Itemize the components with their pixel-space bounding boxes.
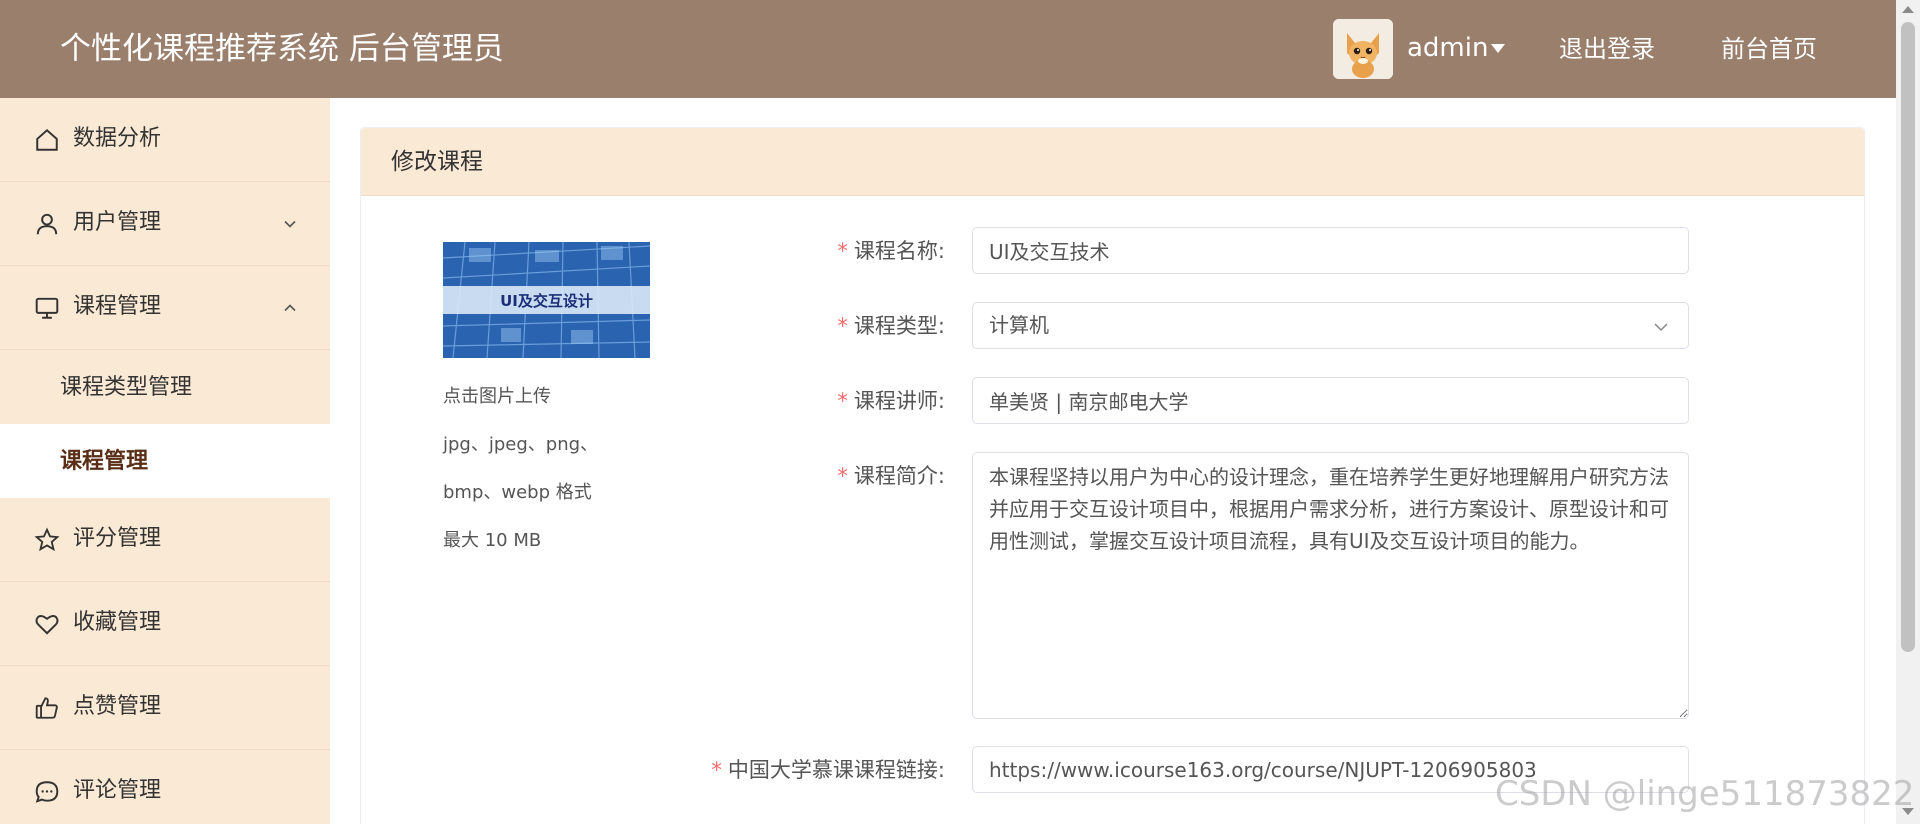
monitor-icon — [35, 297, 59, 319]
upload-max-size: 最大 10 MB — [443, 530, 542, 551]
cover-caption: UI及交互设计 — [500, 292, 593, 310]
course-cover-image[interactable]: UI及交互设计 — [443, 242, 650, 358]
sidebar-subitem-course-type-management[interactable]: 课程类型管理 — [0, 350, 330, 424]
username[interactable]: admin — [1407, 30, 1488, 66]
course-name-label-text: 课程名称: — [853, 239, 945, 263]
course-name-label: * 课程名称: — [830, 236, 945, 266]
chevron-down-icon — [284, 220, 296, 228]
course-intro-textarea[interactable]: 本课程坚持以用户为中心的设计理念，重在培养学生更好地理解用户研究方法并应用于交互… — [972, 452, 1689, 719]
star-icon — [34, 527, 60, 552]
required-mark: * — [837, 239, 848, 263]
sidebar-item-label: 课程管理 — [73, 294, 162, 319]
sidebar-item-rating-management[interactable]: 评分管理 — [0, 498, 330, 582]
sidebar-item-label: 点赞管理 — [73, 694, 162, 719]
caret-down-icon[interactable] — [1491, 44, 1505, 53]
course-link-label: * 中国大学慕课课程链接: — [700, 755, 945, 785]
course-type-label-text: 课程类型: — [853, 314, 945, 338]
cat-avatar-icon — [1333, 19, 1393, 79]
panel-header: 修改课程 — [361, 128, 1864, 196]
upload-formats-line1: jpg、jpeg、png、 — [443, 434, 599, 455]
avatar[interactable] — [1333, 19, 1393, 79]
course-teacher-input[interactable] — [972, 377, 1689, 424]
sidebar-item-favorites-management[interactable]: 收藏管理 — [0, 582, 330, 666]
heart-icon — [35, 614, 59, 635]
sidebar-item-data-analysis[interactable]: 数据分析 — [0, 98, 330, 182]
sidebar-subitem-course-management[interactable]: 课程管理 — [0, 424, 330, 498]
page-scrollbar-thumb[interactable] — [1901, 22, 1915, 652]
scroll-up-arrow-icon[interactable] — [1902, 6, 1914, 13]
sidebar-item-label: 收藏管理 — [73, 610, 162, 635]
course-name-input[interactable] — [972, 227, 1689, 274]
course-teacher-label-text: 课程讲师: — [853, 389, 945, 413]
sidebar-item-label: 数据分析 — [73, 126, 162, 151]
course-type-select[interactable]: 计算机 — [972, 302, 1689, 349]
course-type-value: 计算机 — [989, 313, 1049, 337]
course-intro-label-text: 课程简介: — [853, 464, 945, 488]
user-icon — [36, 213, 58, 235]
sidebar-item-user-management[interactable]: 用户管理 — [0, 182, 330, 266]
cover-image-graphic: UI及交互设计 — [443, 242, 650, 358]
sidebar-item-course-management[interactable]: 课程管理 — [0, 266, 330, 350]
sidebar-item-label: 评论管理 — [73, 778, 162, 803]
panel-title: 修改课程 — [391, 149, 483, 175]
required-mark: * — [837, 314, 848, 338]
sidebar-item-likes-management[interactable]: 点赞管理 — [0, 666, 330, 750]
upload-hint: 点击图片上传 — [443, 386, 551, 407]
frontpage-link[interactable]: 前台首页 — [1721, 31, 1817, 67]
sidebar-subitem-label: 课程类型管理 — [60, 375, 193, 400]
top-header: 个性化课程推荐系统 后台管理员 admin 退出登录 前台首页 — [0, 0, 1920, 98]
course-link-label-text: 中国大学慕课课程链接: — [727, 758, 945, 782]
chevron-up-icon — [284, 304, 296, 312]
course-type-label: * 课程类型: — [830, 311, 945, 341]
required-mark: * — [837, 464, 848, 488]
watermark: CSDN @linge511873822 — [1495, 774, 1915, 814]
thumbs-up-icon — [35, 697, 58, 719]
required-mark: * — [837, 389, 848, 413]
upload-formats-line2: bmp、webp 格式 — [443, 482, 592, 503]
sidebar-subitem-label: 课程管理 — [60, 449, 149, 474]
sidebar-item-comment-management[interactable]: 评论管理 — [0, 750, 330, 824]
sidebar-item-label: 用户管理 — [73, 210, 162, 235]
sidebar-item-label: 评分管理 — [73, 526, 162, 551]
course-intro-label: * 课程简介: — [830, 461, 945, 491]
logout-link[interactable]: 退出登录 — [1559, 31, 1655, 67]
chevron-down-icon — [1654, 323, 1668, 332]
app-title: 个性化课程推荐系统 后台管理员 — [60, 31, 504, 67]
required-mark: * — [711, 758, 722, 782]
home-icon — [36, 128, 58, 151]
chat-icon — [35, 781, 59, 803]
course-teacher-label: * 课程讲师: — [830, 386, 945, 416]
sidebar: 数据分析 用户管理 课程管理 课程类型管理 课程管理 评分管理 收藏管理 点赞管… — [0, 98, 330, 824]
